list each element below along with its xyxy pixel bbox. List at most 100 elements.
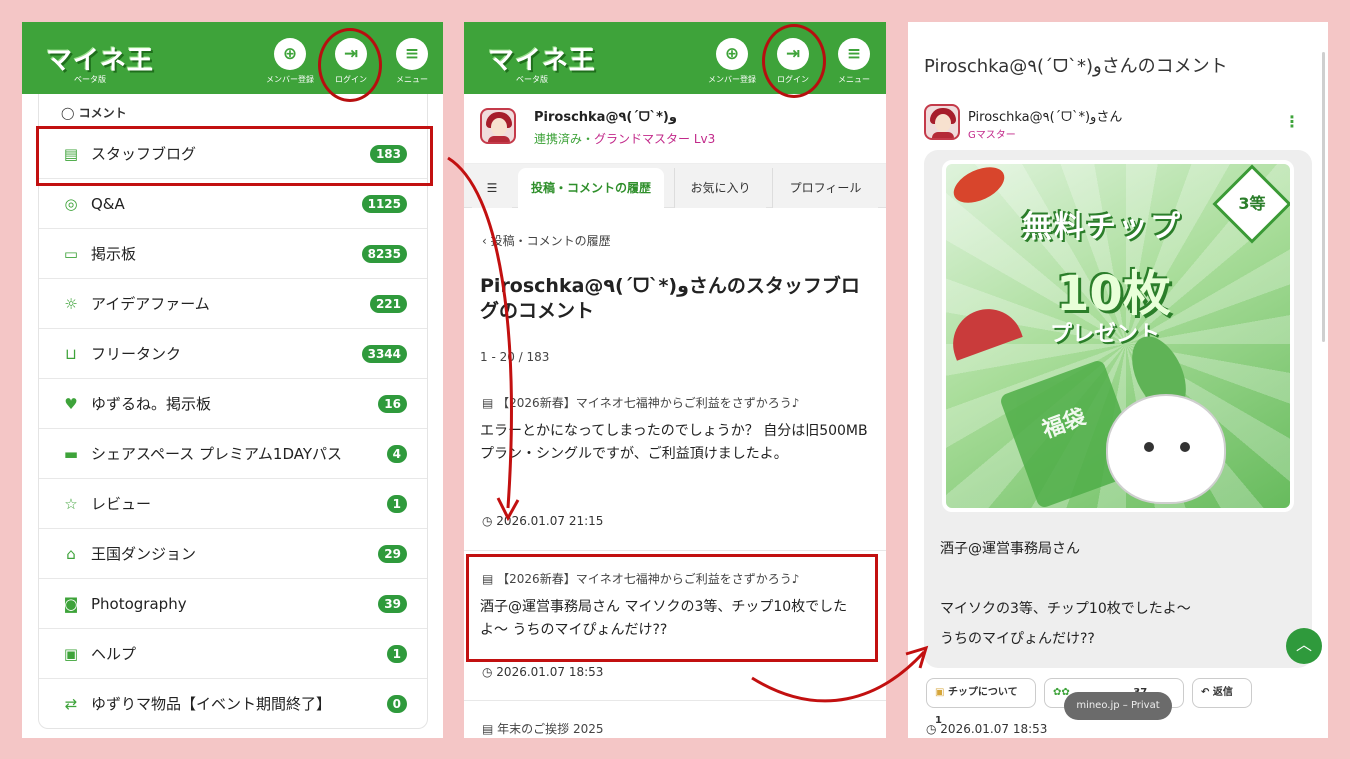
tab-favorites[interactable]: お気に入り [674, 168, 766, 208]
category-label: Photography [91, 594, 187, 613]
count-badge: 0 [386, 694, 407, 713]
tab-history[interactable]: 投稿・コメントの履歴 [518, 168, 664, 208]
mineo-logo[interactable]: マイネ王 [46, 40, 154, 77]
user-rank: 連携済み・グランドマスター Lv3 [534, 132, 716, 146]
reply-icon: ↶ [1201, 687, 1213, 698]
count-badge: 3344 [361, 344, 407, 363]
qa-icon: ◎ [64, 194, 78, 213]
category-item[interactable]: ⇄ ゆずりマ物品【イベント期間終了】 0 [39, 678, 427, 728]
avatar[interactable] [924, 104, 960, 140]
category-label: Q&A [91, 194, 125, 213]
divider [464, 700, 886, 701]
hand-icon: ♥ [64, 394, 78, 413]
menu-button[interactable]: ≡ メニュー [382, 38, 442, 85]
clock-icon: ◷ [926, 722, 941, 736]
hamburger-icon: ≡ [838, 38, 870, 70]
category-label: ゆずりマ物品【イベント期間終了】 [91, 695, 332, 713]
count-badge: 4 [386, 444, 407, 463]
browser-toast: mineo.jp – Privat [1064, 692, 1172, 720]
staff-blog-highlight-box [36, 126, 433, 186]
camera-icon: ◙ [63, 594, 79, 613]
comment-time: ◷ 2026.01.07 18:53 [926, 722, 1048, 736]
user-name[interactable]: Piroschka@٩(ˊᗜˋ*)و [534, 110, 677, 125]
menu-label: メニュー [396, 75, 428, 84]
user-rank: Gマスター [968, 130, 1016, 141]
clock-icon: ◷ [482, 665, 497, 679]
chip-button[interactable]: ▣ チップについて 1 [926, 678, 1036, 726]
category-item[interactable]: ⊔ フリータンク 3344 [39, 328, 427, 378]
count-badge: 8235 [361, 244, 407, 263]
signup-button[interactable]: ⊕ メンバー登録 [260, 38, 320, 85]
mascot-icon [1106, 394, 1226, 504]
swap-icon: ⇄ [64, 694, 78, 713]
category-item[interactable]: ⌂ 王国ダンジョン 29 [39, 528, 427, 578]
speech-bubble-icon: ◯ [61, 106, 79, 120]
count-badge: 221 [369, 294, 407, 313]
beta-label: ベータ版 [74, 75, 106, 84]
comment-highlight-box [466, 554, 878, 662]
menu-label: メニュー [838, 75, 870, 84]
list-icon[interactable]: ☰ [472, 168, 512, 208]
promo-line1: 無料チップ [1022, 210, 1182, 245]
category-item[interactable]: ♥ ゆずるね。掲示板 16 [39, 378, 427, 428]
comment-line: マイソクの3等、チップ10枚でしたよ〜 [940, 601, 1191, 617]
help-icon: ▣ [63, 644, 79, 663]
category-item[interactable]: ◙ Photography 39 [39, 578, 427, 628]
scrollbar[interactable] [1322, 52, 1325, 342]
count-badge: 1 [386, 644, 407, 663]
user-add-icon: ⊕ [274, 38, 306, 70]
category-label: 掲示板 [91, 245, 137, 263]
blog-icon: ▤ [482, 722, 498, 736]
post-time: ◷ 2026.01.07 21:15 [482, 514, 604, 528]
mineo-logo[interactable]: マイネ王 [488, 40, 596, 77]
promo-line2: 10枚 [1056, 266, 1171, 322]
login-highlight-circle [318, 28, 382, 102]
category-item[interactable]: ▣ ヘルプ 1 [39, 628, 427, 678]
category-label: フリータンク [91, 345, 182, 363]
star-icon: ☆ [64, 494, 78, 513]
count-badge: 1125 [361, 194, 407, 213]
scroll-top-button[interactable]: ︿ [1286, 628, 1322, 664]
comment-line: 酒子@運営事務局さん [940, 541, 1080, 557]
promo-image[interactable]: 3等 無料チップ 10枚 プレゼント 福袋 [942, 160, 1294, 512]
chevron-left-icon: ‹ [482, 234, 491, 248]
dungeon-icon: ⌂ [66, 544, 76, 563]
board-icon: ▭ [63, 244, 79, 263]
category-item[interactable]: ☼ アイデアファーム 221 [39, 278, 427, 328]
blog-icon: ▤ [482, 396, 498, 410]
post-time: ◷ 2026.01.07 18:53 [482, 665, 604, 679]
tab-profile[interactable]: プロフィール [772, 168, 878, 208]
category-label: アイデアファーム [91, 295, 210, 313]
hamburger-icon: ≡ [396, 38, 428, 70]
breadcrumb[interactable]: ‹ 投稿・コメントの履歴 [482, 232, 611, 249]
category-label: ヘルプ [91, 645, 137, 663]
more-options-icon[interactable]: ⋮ [1284, 112, 1300, 131]
category-item[interactable]: ▬ シェアスペース プレミアム1DAYパス 4 [39, 428, 427, 478]
post-source-link[interactable]: ▤ 年末のご挨拶 2025 [482, 720, 604, 737]
gift-icon: ▣ [935, 687, 948, 698]
ticket-icon: ▬ [63, 444, 79, 463]
page-title: Piroschka@٩(ˊᗜˋ*)وさんのスタッフブログのコメント [480, 275, 860, 322]
signup-label: メンバー登録 [708, 75, 756, 84]
count-badge: 1 [386, 494, 407, 513]
category-item[interactable]: ☆ レビュー 1 [39, 478, 427, 528]
count-badge: 39 [378, 594, 407, 613]
menu-button[interactable]: ≡ メニュー [824, 38, 884, 85]
beta-label: ベータ版 [516, 75, 548, 84]
category-item[interactable]: ▭ 掲示板 8235 [39, 228, 427, 278]
comment-category-list: ◯ コメント ▤ スタッフブログ 183 ◎ Q&A 1125 ▭ 掲示板 8235 ☼ アイデアフ… [38, 94, 428, 729]
result-range: 1 - 20 / 183 [480, 350, 550, 364]
comment-section-heading: ◯ コメント [61, 106, 127, 120]
post-source-link[interactable]: ▤ 【2026新春】マイネオ七福神からご利益をさずかろう♪ [482, 394, 799, 411]
divider [464, 550, 886, 551]
post-body[interactable]: エラーとかになってしまったのでしょうか？ 自分は旧500MBプラン・シングルです… [480, 420, 870, 466]
user-add-icon: ⊕ [716, 38, 748, 70]
signup-button[interactable]: ⊕ メンバー登録 [702, 38, 762, 85]
reply-button[interactable]: ↶ 返信 [1192, 678, 1252, 708]
avatar[interactable] [480, 108, 516, 144]
comment-line: うちのマイぴょんだけ?? [940, 631, 1095, 647]
user-name[interactable]: Piroschka@٩(ˊᗜˋ*)وさん [968, 106, 1122, 125]
category-label: シェアスペース プレミアム1DAYパス [91, 445, 343, 463]
count-badge: 29 [378, 544, 407, 563]
category-label: 王国ダンジョン [91, 545, 197, 563]
